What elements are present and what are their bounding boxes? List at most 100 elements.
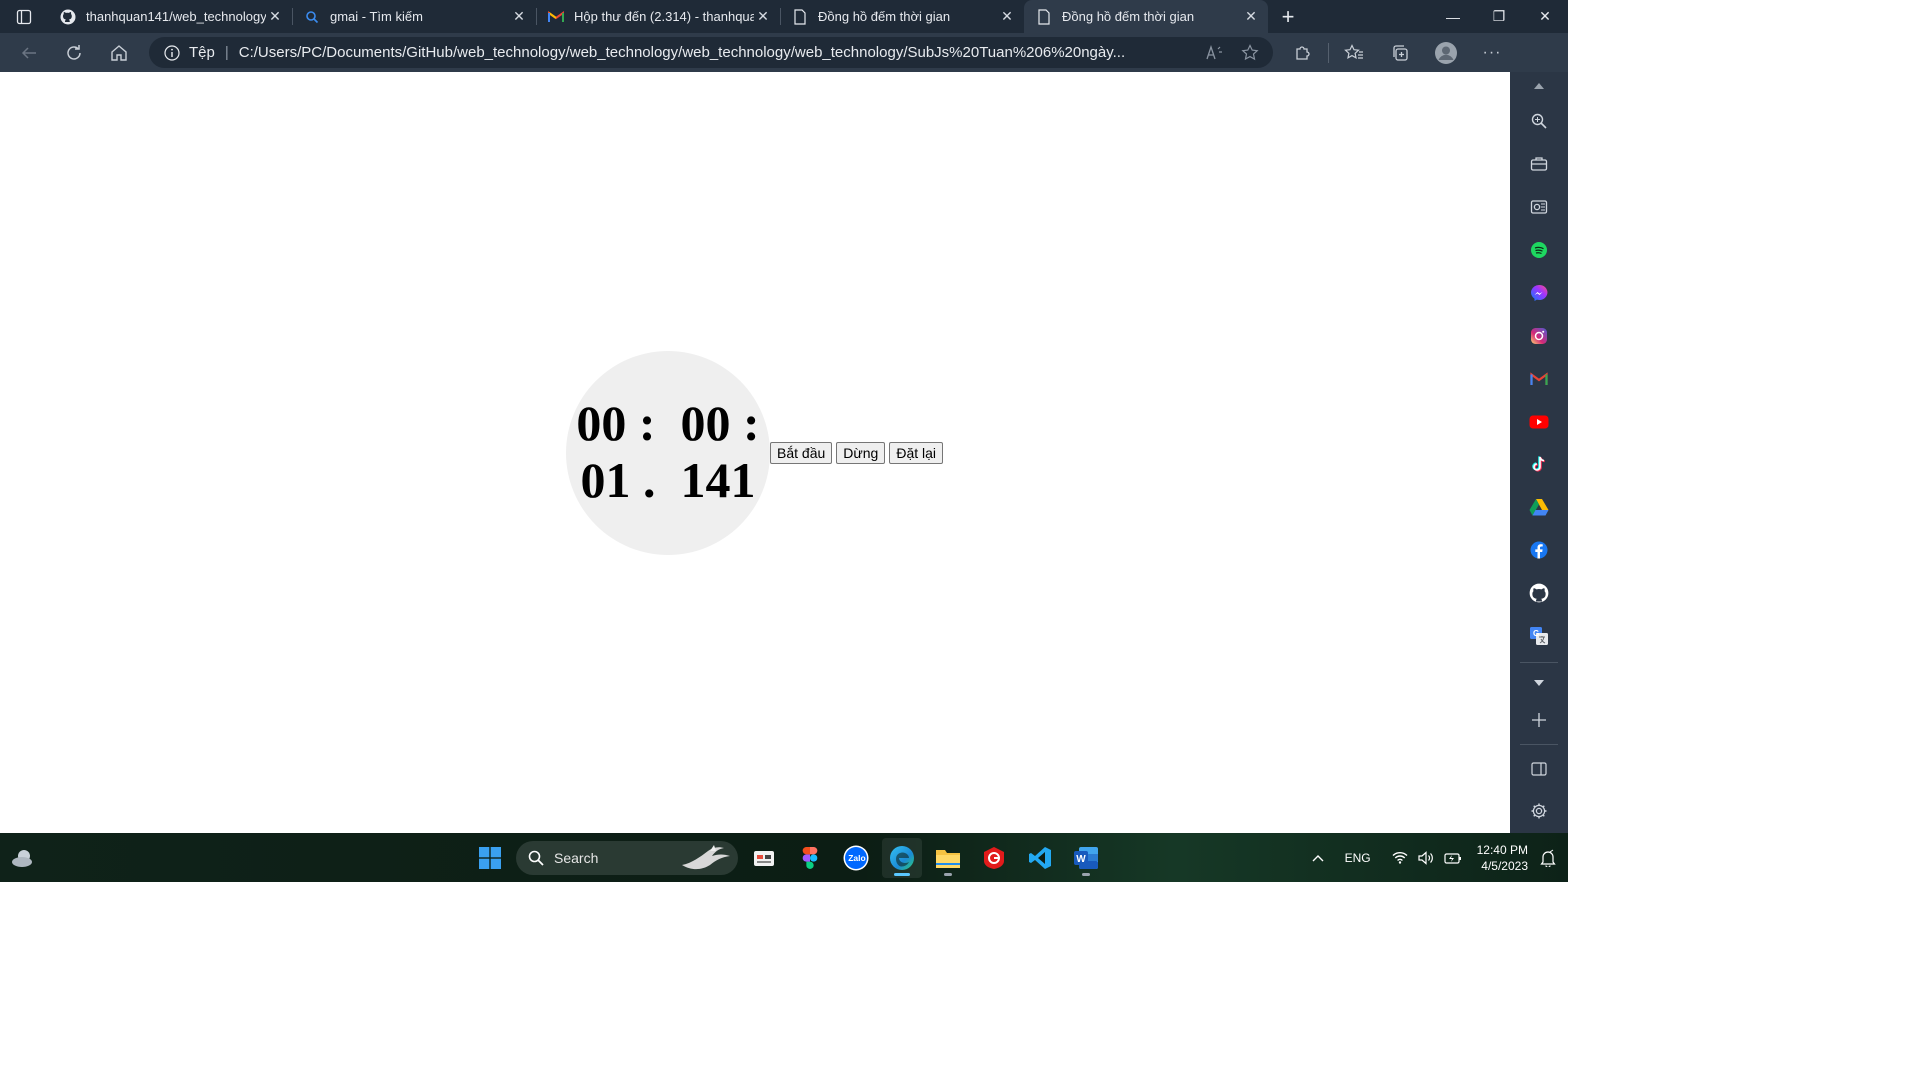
start-button[interactable]: Bắt đầu: [770, 442, 833, 464]
sidebar-item-gmail[interactable]: [1510, 357, 1568, 400]
sidebar-item-tiktok[interactable]: [1510, 443, 1568, 486]
stopwatch-display: 00 : 00 : 01 . 141: [566, 395, 770, 509]
minimize-button[interactable]: —: [1430, 0, 1476, 33]
tab-search[interactable]: gmai - Tìm kiếm ✕: [292, 0, 536, 33]
sidebar-item-github[interactable]: [1510, 572, 1568, 615]
weather-widget[interactable]: [10, 845, 36, 871]
taskbar-edge[interactable]: [882, 837, 922, 878]
sidebar-item-facebook[interactable]: [1510, 529, 1568, 572]
taskbar-file-explorer[interactable]: [928, 838, 968, 878]
taskbar-task-view[interactable]: [744, 838, 784, 878]
caret-down-icon: [1534, 680, 1544, 687]
tab-github[interactable]: thanhquan141/web_technology ✕: [48, 0, 292, 33]
profile-button[interactable]: [1423, 33, 1469, 72]
taskbar-search[interactable]: Search: [516, 840, 738, 875]
notifications-button[interactable]: [1536, 833, 1568, 882]
sidebar-scroll-down[interactable]: [1510, 667, 1568, 701]
sidebar-item-translate[interactable]: G: [1510, 615, 1568, 658]
tab-strip: thanhquan141/web_technology ✕ gmai - Tìm…: [0, 0, 1568, 33]
battery-icon: [1444, 852, 1461, 864]
tab-title: Đồng hồ đếm thời gian: [818, 9, 951, 24]
word-icon: W: [1074, 846, 1098, 869]
taskbar-apps: Search Zalo W: [470, 833, 1106, 882]
chevron-up-icon: [1312, 854, 1324, 861]
browser-toolbar: Tệp | C:/Users/PC/Documents/GitHub/web_t…: [0, 33, 1568, 99]
instagram-icon: [1531, 327, 1547, 344]
clock-date: 4/5/2023: [1481, 858, 1528, 873]
taskbar-garena[interactable]: [974, 838, 1014, 878]
collections-button[interactable]: [1377, 33, 1423, 72]
close-icon[interactable]: ✕: [266, 8, 284, 26]
gear-icon: [1531, 803, 1547, 819]
back-button[interactable]: [6, 33, 51, 72]
sidebar-item-youtube[interactable]: [1510, 400, 1568, 443]
sidebar-item-search[interactable]: [1510, 100, 1568, 143]
settings-more-button[interactable]: ···: [1469, 33, 1515, 72]
clock-time: 12:40 PM: [1476, 842, 1528, 857]
taskbar-word[interactable]: W: [1066, 838, 1106, 878]
running-indicator: [944, 872, 952, 876]
drive-icon: [1529, 499, 1549, 516]
info-icon[interactable]: [163, 44, 181, 62]
windows-icon: [479, 846, 501, 869]
tab-stopwatch-1[interactable]: Đồng hồ đếm thời gian ✕: [780, 0, 1024, 33]
tab-title: thanhquan141/web_technology: [86, 9, 266, 24]
stopwatch-circle: 00 : 00 : 01 . 141: [566, 351, 770, 555]
close-icon[interactable]: ✕: [510, 8, 528, 26]
add-favorite-icon[interactable]: [1241, 43, 1259, 62]
collections-icon: [1393, 44, 1408, 61]
stopwatch-hours-minutes: 00 : 00 :: [576, 395, 760, 451]
tab-title: gmai - Tìm kiếm: [330, 9, 423, 24]
url-text[interactable]: C:/Users/PC/Documents/GitHub/web_technol…: [239, 44, 1189, 61]
back-arrow-icon: [21, 46, 36, 59]
show-hidden-icons-button[interactable]: [1305, 833, 1331, 882]
read-aloud-icon[interactable]: [1205, 44, 1223, 61]
favorites-button[interactable]: [1331, 33, 1377, 72]
sidebar-add-button[interactable]: [1510, 700, 1568, 740]
search-icon: [528, 850, 544, 866]
taskbar-vscode[interactable]: [1020, 838, 1060, 878]
language-indicator[interactable]: ENG: [1331, 833, 1385, 882]
toolbar-right: ···: [1280, 33, 1515, 72]
maximize-button[interactable]: ❐: [1476, 0, 1522, 33]
weather-cloud-icon: [12, 850, 32, 867]
close-icon[interactable]: ✕: [754, 8, 772, 26]
stopwatch-seconds-millis: 01 . 141: [580, 452, 756, 508]
address-bar[interactable]: Tệp | C:/Users/PC/Documents/GitHub/web_t…: [149, 37, 1273, 68]
tab-title: Đồng hồ đếm thời gian: [1062, 9, 1195, 24]
refresh-button[interactable]: [51, 33, 96, 72]
home-button[interactable]: [96, 33, 141, 72]
sidebar-item-spotify[interactable]: [1510, 229, 1568, 272]
taskbar-clock[interactable]: 12:40 PM 4/5/2023: [1469, 842, 1536, 874]
taskbar-figma[interactable]: [790, 838, 830, 878]
sidebar-item-messenger[interactable]: [1510, 271, 1568, 314]
search-label: Search: [554, 849, 599, 866]
reset-button[interactable]: Đặt lại: [889, 442, 944, 464]
new-tab-button[interactable]: +: [1268, 0, 1308, 33]
close-window-button[interactable]: ✕: [1522, 0, 1568, 33]
tab-actions-icon: [16, 9, 32, 24]
tab-actions-button[interactable]: [0, 0, 48, 33]
quick-settings[interactable]: [1385, 833, 1469, 882]
sidebar-item-instagram[interactable]: [1510, 314, 1568, 357]
tab-gmail[interactable]: Hộp thư đến (2.314) - thanhquan ✕: [536, 0, 780, 33]
extensions-button[interactable]: [1280, 33, 1326, 72]
close-icon[interactable]: ✕: [1242, 8, 1260, 26]
sidebar-divider: [1520, 744, 1558, 746]
sidebar-settings-button[interactable]: [1510, 789, 1568, 833]
taskbar-zalo[interactable]: Zalo: [836, 838, 876, 878]
start-button[interactable]: [470, 838, 510, 878]
svg-text:G: G: [1533, 629, 1539, 638]
stop-button[interactable]: Dừng: [836, 442, 886, 464]
sidebar-item-drive[interactable]: [1510, 486, 1568, 529]
sidebar-item-outlook[interactable]: [1510, 186, 1568, 229]
url-scheme-label: Tệp: [189, 44, 215, 61]
close-icon[interactable]: ✕: [998, 8, 1016, 26]
sidebar-scroll-up[interactable]: [1510, 72, 1568, 100]
sidebar-item-tools[interactable]: [1510, 143, 1568, 186]
outlook-icon: [1530, 200, 1548, 214]
tab-stopwatch-active[interactable]: Đồng hồ đếm thời gian ✕: [1024, 0, 1268, 33]
search-highlight-bird-icon: [682, 844, 730, 869]
sidebar-hide-button[interactable]: [1510, 749, 1568, 789]
windows-taskbar: Search Zalo W ENG 12:40 PM 4/5/2023: [0, 833, 1568, 882]
